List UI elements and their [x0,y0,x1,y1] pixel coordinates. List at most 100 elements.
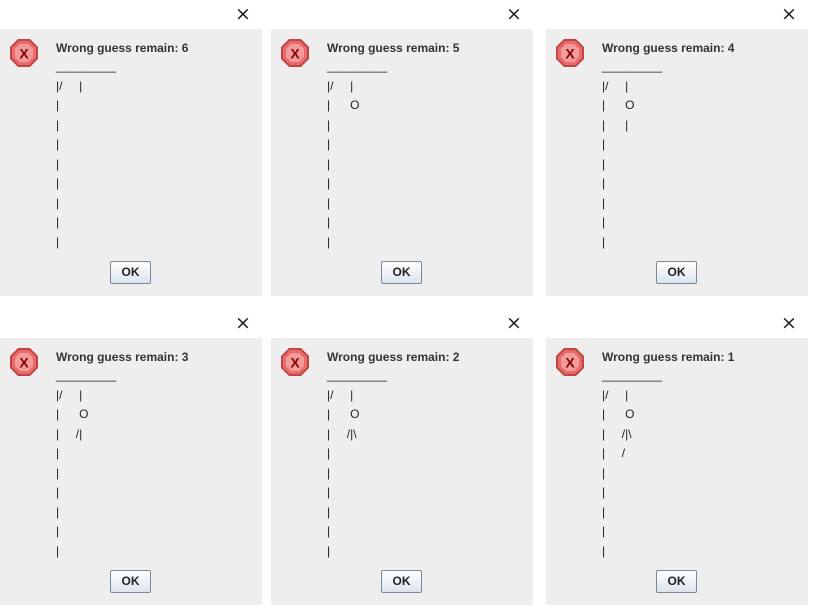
close-button[interactable]: × [232,3,254,25]
hangman-line: |/ | [327,78,354,93]
hangman-line: | [56,137,60,151]
message-text: Wrong guess remain: 4 [602,41,735,55]
message-text: Wrong guess remain: 6 [56,41,189,55]
dialog-body: X Wrong guess remain: 1 _________ |/ | | O… [546,338,808,605]
close-button[interactable]: × [503,3,525,25]
hangman-line: | [56,524,60,538]
hangman-line: | [327,524,331,538]
hangman-line: | [327,465,331,480]
hangman-line: | [327,176,331,190]
dialog-body: X Wrong guess remain: 4 _________ |/ | | O… [546,29,808,296]
hangman-line: | | [602,117,629,132]
hangman-line: |/ | [56,78,83,93]
hangman-drawing: _________ |/ | | O | /|\ | | | | | | [327,366,387,561]
hangman-drawing: _________ |/ | | | | | | | | | [56,57,116,252]
hangman-line: _________ [327,368,388,382]
message-text: Wrong guess remain: 2 [327,350,460,364]
ok-button[interactable]: OK [656,261,697,284]
hangman-line: | [602,524,606,538]
hangman-line: _________ [602,368,663,382]
hangman-line: | [602,215,606,229]
hangman-drawing: _________ |/ | | O | | | | | | | [327,57,387,252]
error-icon: X [9,38,39,68]
hangman-line: | [327,543,331,558]
hangman-line: | /| [56,426,83,441]
hangman-line: | [56,504,60,519]
hangman-line: | /|\ [327,426,357,441]
svg-text:X: X [19,46,29,62]
close-button[interactable]: × [232,312,254,334]
ok-button[interactable]: OK [656,570,697,593]
hangman-line: _________ [602,59,663,73]
hangman-line: | [327,234,331,249]
hangman-line: | [602,195,606,210]
message-dialog-6: × X Wrong guess remain: 1 _________ |/ | |… [546,309,808,605]
hangman-line: | O [327,407,360,421]
message-dialog-3: × X Wrong guess remain: 4 _________ |/ | |… [546,0,808,296]
hangman-line: | [327,504,331,519]
svg-text:X: X [565,355,575,371]
hangman-drawing: _________ |/ | | O | /| | | | | | | [56,366,116,561]
hangman-line: | /|\ [602,426,632,441]
hangman-line: | [56,446,60,460]
message-dialog-1: × X Wrong guess remain: 6 _________ |/ | |… [0,0,262,296]
hangman-line: | [56,117,60,132]
error-icon: X [555,38,585,68]
hangman-drawing: _________ |/ | | O | /|\ | / | | | | | [602,366,662,561]
close-button[interactable]: × [778,3,800,25]
dialog-body: X Wrong guess remain: 6 _________ |/ | | | |… [0,29,262,296]
error-icon: X [280,347,310,377]
error-icon: X [555,347,585,377]
hangman-line: |/ | [56,387,83,402]
close-button[interactable]: × [778,312,800,334]
hangman-line: _________ [327,59,388,73]
dialog-titlebar: × [0,0,262,28]
hangman-line: | [56,195,60,210]
svg-text:X: X [565,46,575,62]
message-text: Wrong guess remain: 3 [56,350,189,364]
error-icon: X [280,38,310,68]
hangman-line: |/ | [602,387,629,402]
dialog-titlebar: × [546,309,808,337]
message-dialog-2: × X Wrong guess remain: 5 _________ |/ | |… [271,0,533,296]
hangman-line: | [56,543,60,558]
hangman-line: | [602,465,606,480]
svg-text:X: X [290,355,300,371]
hangman-line: | O [327,98,360,112]
hangman-line: |/ | [327,387,354,402]
dialog-titlebar: × [271,0,533,28]
hangman-line: | [327,156,331,171]
message-text: Wrong guess remain: 1 [602,350,735,364]
hangman-line: |/ | [602,78,629,93]
hangman-line: | [327,485,331,499]
ok-button[interactable]: OK [110,261,151,284]
ok-button[interactable]: OK [381,570,422,593]
hangman-line: | [602,176,606,190]
message-dialog-5: × X Wrong guess remain: 2 _________ |/ | |… [271,309,533,605]
hangman-line: | O [602,98,635,112]
dialog-titlebar: × [271,309,533,337]
hangman-line: | [602,234,606,249]
close-button[interactable]: × [503,312,525,334]
hangman-line: | [327,137,331,151]
hangman-line: | [56,98,60,112]
dialog-body: X Wrong guess remain: 2 _________ |/ | | O… [271,338,533,605]
dialog-body: X Wrong guess remain: 3 _________ |/ | | O… [0,338,262,605]
hangman-line: | [602,504,606,519]
hangman-line: _________ [56,59,117,73]
dialog-body: X Wrong guess remain: 5 _________ |/ | | O… [271,29,533,296]
ok-button[interactable]: OK [381,261,422,284]
svg-text:X: X [19,355,29,371]
hangman-line: | / [602,446,626,460]
hangman-line: | [602,485,606,499]
hangman-line: | [56,215,60,229]
hangman-line: | [602,137,606,151]
ok-button[interactable]: OK [110,570,151,593]
message-dialog-4: × X Wrong guess remain: 3 _________ |/ | |… [0,309,262,605]
hangman-line: | [56,156,60,171]
hangman-line: | [602,156,606,171]
hangman-line: | [56,234,60,249]
hangman-line: | O [602,407,635,421]
hangman-line: | [327,195,331,210]
dialog-titlebar: × [0,309,262,337]
